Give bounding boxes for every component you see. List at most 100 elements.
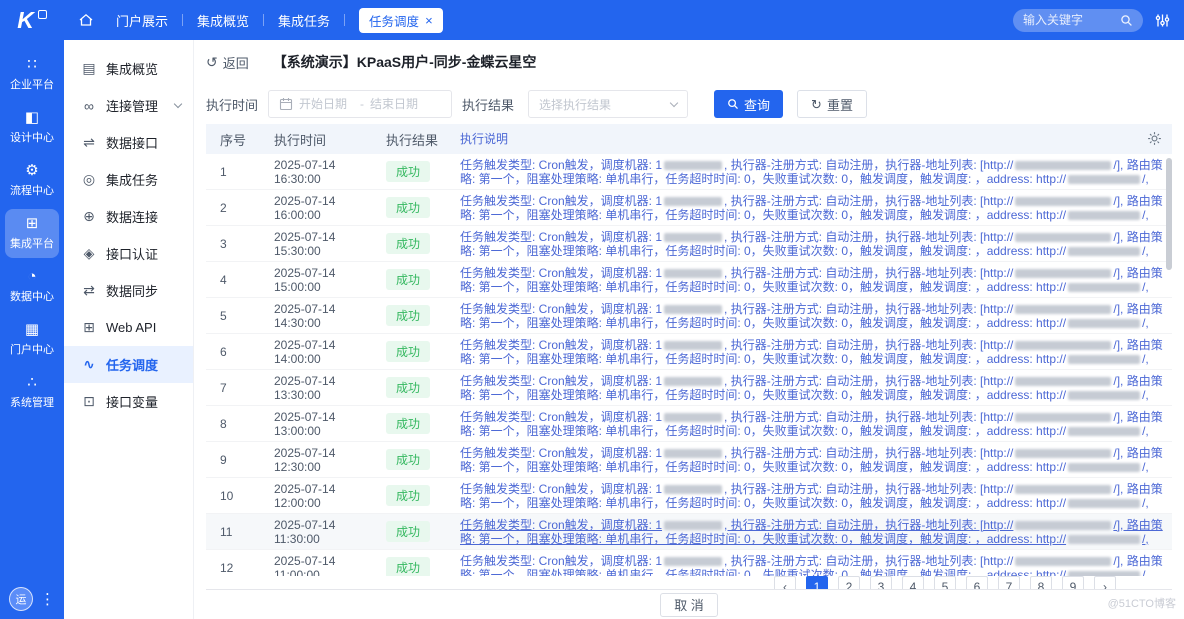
user-avatar[interactable]: 运 <box>9 587 33 611</box>
rail-item-design-center[interactable]: ◧设计中心 <box>5 103 59 152</box>
cell-index: 2 <box>206 201 266 215</box>
table-row[interactable]: 62025-07-14 14:00:00成功任务触发类型: Cron触发，调度机… <box>206 334 1172 370</box>
sidebar-item-connection-management[interactable]: ∞连接管理 <box>64 87 193 124</box>
query-button-label: 查询 <box>744 95 770 114</box>
table-row[interactable]: 122025-07-14 11:00:00成功任务触发类型: Cron触发，调度… <box>206 550 1172 576</box>
table-row[interactable]: 102025-07-14 12:00:00成功任务触发类型: Cron触发，调度… <box>206 478 1172 514</box>
cell-exec-result: 成功 <box>378 377 452 398</box>
start-date-input[interactable] <box>299 97 354 111</box>
search-icon <box>1120 14 1133 27</box>
back-label: 返回 <box>223 53 249 72</box>
sidebar-item-data-sync[interactable]: ⇄数据同步 <box>64 272 193 309</box>
rail-item-process-center[interactable]: ⚙流程中心 <box>5 156 59 205</box>
page-title: 【系统演示】KPaaS用户-同步-金蝶云星空 <box>273 52 537 72</box>
cancel-button[interactable]: 取 消 <box>660 593 718 617</box>
primary-rail: K ∷企业平台◧设计中心⚙流程中心⊞集成平台◔数据中心▦门户中心∴系统管理 运 … <box>0 0 64 619</box>
rail-item-system-management[interactable]: ∴系统管理 <box>5 368 59 417</box>
cell-index: 11 <box>206 525 266 539</box>
nav-item-portal-display[interactable]: 门户展示 <box>116 11 168 30</box>
more-options-icon[interactable]: ⋮ <box>40 592 55 607</box>
redacted-blur <box>1068 571 1140 576</box>
cell-index: 3 <box>206 237 266 251</box>
redacted-blur <box>1015 341 1111 350</box>
design-center-icon: ◧ <box>25 110 39 126</box>
table-row[interactable]: 72025-07-14 13:30:00成功任务触发类型: Cron触发，调度机… <box>206 370 1172 406</box>
nav-item-integration-overview[interactable]: 集成概览 <box>197 11 249 30</box>
rail-item-portal-center[interactable]: ▦门户中心 <box>5 315 59 364</box>
end-date-input[interactable] <box>370 97 425 111</box>
refresh-icon: ↻ <box>811 98 822 111</box>
rail-item-enterprise-platform[interactable]: ∷企业平台 <box>5 50 59 99</box>
page-next-button[interactable]: › <box>1094 576 1116 589</box>
redacted-blur <box>1015 521 1111 530</box>
redacted-blur <box>1015 557 1111 566</box>
page-button[interactable]: 1 <box>806 576 828 589</box>
sidebar-item-api-variable[interactable]: ⊡接口变量 <box>64 383 193 420</box>
vertical-scrollbar[interactable] <box>1166 158 1172 270</box>
status-badge: 成功 <box>386 413 430 434</box>
rail-item-data-center[interactable]: ◔数据中心 <box>5 262 59 311</box>
status-badge: 成功 <box>386 377 430 398</box>
page-button[interactable]: 6 <box>966 576 988 589</box>
sidebar-item-label: 接口变量 <box>106 392 158 411</box>
column-header: 执行时间 <box>266 130 378 149</box>
page-button[interactable]: 7 <box>998 576 1020 589</box>
table-row[interactable]: 52025-07-14 14:30:00成功任务触发类型: Cron触发，调度机… <box>206 298 1172 334</box>
table-row[interactable]: 92025-07-14 12:30:00成功任务触发类型: Cron触发，调度机… <box>206 442 1172 478</box>
query-button[interactable]: 查询 <box>714 90 783 118</box>
date-range-picker[interactable]: - <box>268 90 452 118</box>
column-header: 序号 <box>206 130 266 149</box>
column-header: 执行结果 <box>378 130 452 149</box>
cell-index: 12 <box>206 561 266 575</box>
redacted-blur <box>664 557 722 566</box>
page-button[interactable]: 4 <box>902 576 924 589</box>
slider-settings-icon[interactable] <box>1155 13 1170 28</box>
description-text: , 执行器-注册方式: 自动注册，执行器-地址列表: [http:// <box>724 518 1013 532</box>
page-button[interactable]: 5 <box>934 576 956 589</box>
chevron-down-icon <box>174 100 182 108</box>
back-button[interactable]: ↺ 返回 <box>206 53 249 72</box>
sidebar-item-data-connection[interactable]: ⊕数据连接 <box>64 198 193 235</box>
cell-exec-description: 任务触发类型: Cron触发，调度机器: 1, 执行器-注册方式: 自动注册，执… <box>452 230 1172 258</box>
redacted-blur <box>1015 233 1111 242</box>
sidebar-item-integration-overview[interactable]: ▤集成概览 <box>64 50 193 87</box>
page-button[interactable]: 9 <box>1062 576 1084 589</box>
result-select[interactable]: 选择执行结果 <box>528 90 688 118</box>
page-button[interactable]: 8 <box>1030 576 1052 589</box>
redacted-blur <box>1068 247 1140 256</box>
sidebar-item-data-interface[interactable]: ⇌数据接口 <box>64 124 193 161</box>
sidebar-item-integration-task[interactable]: ◎集成任务 <box>64 161 193 198</box>
description-text: , 执行器-注册方式: 自动注册，执行器-地址列表: [http:// <box>724 230 1013 244</box>
page-prev-button[interactable]: ‹ <box>774 576 796 589</box>
table-row[interactable]: 12025-07-14 16:30:00成功任务触发类型: Cron触发，调度机… <box>206 154 1172 190</box>
page-button[interactable]: 3 <box>870 576 892 589</box>
nav-separator <box>344 14 345 26</box>
rail-item-integration-platform[interactable]: ⊞集成平台 <box>5 209 59 258</box>
sidebar-item-task-schedule[interactable]: ∿任务调度 <box>64 346 193 383</box>
chevron-down-icon <box>670 99 678 107</box>
sidebar-item-web-api[interactable]: ⊞Web API <box>64 309 193 346</box>
table-row[interactable]: 112025-07-14 11:30:00成功任务触发类型: Cron触发，调度… <box>206 514 1172 550</box>
nav-item-task-scheduling[interactable]: 任务调度× <box>359 8 443 33</box>
cell-exec-result: 成功 <box>378 557 452 576</box>
home-icon[interactable] <box>78 12 94 28</box>
nav-item-integration-tasks[interactable]: 集成任务 <box>278 11 330 30</box>
sidebar-item-api-auth[interactable]: ◈接口认证 <box>64 235 193 272</box>
integration-platform-icon: ⊞ <box>26 216 39 232</box>
sidebar-item-label: 集成任务 <box>106 170 158 189</box>
cell-exec-description: 任务触发类型: Cron触发，调度机器: 1, 执行器-注册方式: 自动注册，执… <box>452 374 1172 402</box>
column-settings-gear-icon[interactable] <box>1147 131 1162 149</box>
table-row[interactable]: 82025-07-14 13:00:00成功任务触发类型: Cron触发，调度机… <box>206 406 1172 442</box>
table-row[interactable]: 32025-07-14 15:30:00成功任务触发类型: Cron触发，调度机… <box>206 226 1172 262</box>
table-row[interactable]: 22025-07-14 16:00:00成功任务触发类型: Cron触发，调度机… <box>206 190 1172 226</box>
table-row[interactable]: 42025-07-14 15:00:00成功任务触发类型: Cron触发，调度机… <box>206 262 1172 298</box>
data-connection-icon: ⊕ <box>81 208 97 225</box>
close-tab-icon[interactable]: × <box>425 14 433 27</box>
reset-button[interactable]: ↻ 重置 <box>797 90 867 118</box>
right-column: 门户展示集成概览集成任务任务调度× ▤集成概览∞连接管理⇌数据接口◎集成任务⊕数… <box>64 0 1184 619</box>
data-interface-icon: ⇌ <box>81 134 97 151</box>
content: ▤集成概览∞连接管理⇌数据接口◎集成任务⊕数据连接◈接口认证⇄数据同步⊞Web … <box>64 40 1184 619</box>
search-input[interactable] <box>1023 13 1114 27</box>
page-button[interactable]: 2 <box>838 576 860 589</box>
status-badge: 成功 <box>386 485 430 506</box>
